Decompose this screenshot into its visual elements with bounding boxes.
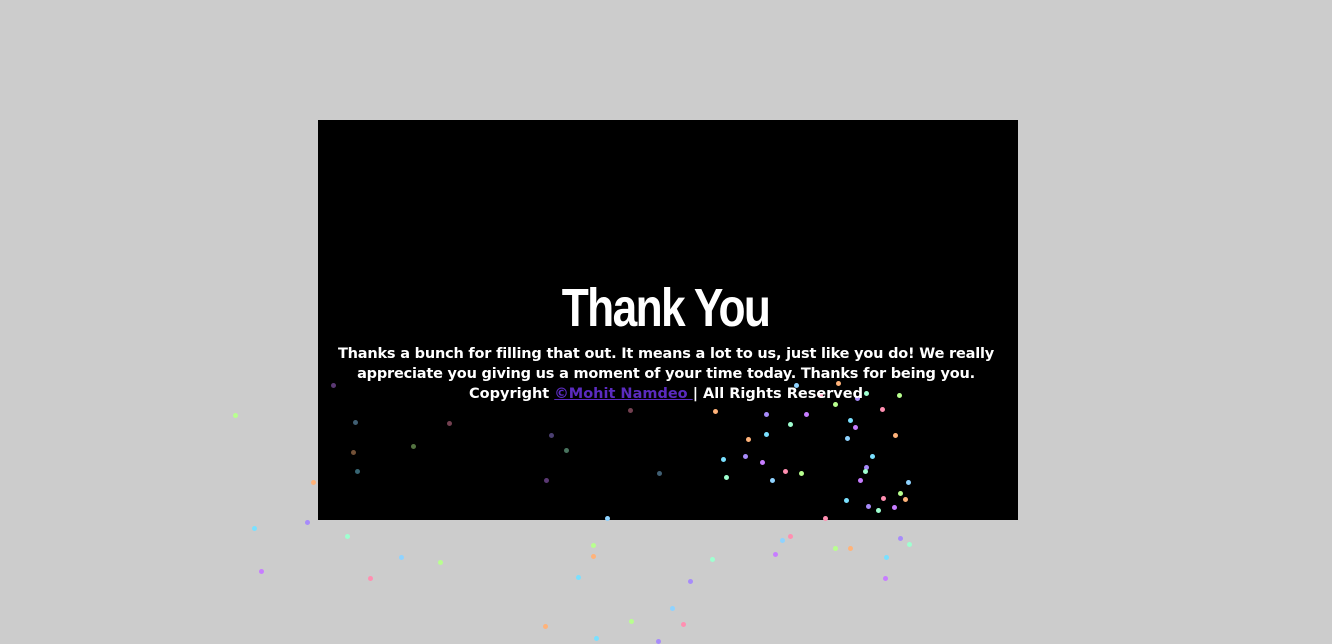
copyright-suffix: | All Rights Reserved — [692, 386, 863, 402]
confetti-dot — [858, 478, 863, 483]
confetti-dot — [804, 412, 809, 417]
thank-you-content: Thank You Thanks a bunch for filling tha… — [0, 276, 1332, 404]
confetti-dot — [447, 421, 452, 426]
confetti-dot — [713, 409, 718, 414]
confetti-dot — [770, 478, 775, 483]
confetti-dot — [549, 433, 554, 438]
confetti-dot — [368, 576, 373, 581]
confetti-dot — [788, 422, 793, 427]
copyright-prefix: Copyright — [469, 386, 555, 402]
confetti-dot — [863, 469, 868, 474]
confetti-dot — [591, 554, 596, 559]
confetti-dot — [764, 412, 769, 417]
confetti-dot — [853, 425, 858, 430]
confetti-dot — [411, 444, 416, 449]
confetti-dot — [353, 420, 358, 425]
confetti-dot — [721, 457, 726, 462]
confetti-dot — [833, 546, 838, 551]
confetti-dot — [884, 555, 889, 560]
confetti-dot — [724, 475, 729, 480]
confetti-dot — [345, 534, 350, 539]
confetti-dot — [629, 619, 634, 624]
confetti-dot — [880, 407, 885, 412]
confetti-dot — [898, 491, 903, 496]
confetti-dot — [543, 624, 548, 629]
confetti-dot — [892, 505, 897, 510]
confetti-dot — [351, 450, 356, 455]
confetti-dot — [881, 496, 886, 501]
confetti-dot — [591, 543, 596, 548]
confetti-dot — [746, 437, 751, 442]
author-link[interactable]: ©Mohit Namdeo — [554, 386, 692, 402]
confetti-dot — [780, 538, 785, 543]
confetti-dot — [844, 498, 849, 503]
confetti-dot — [252, 526, 257, 531]
confetti-dot — [823, 516, 828, 521]
confetti-dot — [876, 508, 881, 513]
confetti-dot — [788, 534, 793, 539]
confetti-dot — [681, 622, 686, 627]
confetti-dot — [848, 546, 853, 551]
copyright-line: Copyright ©Mohit Namdeo | All Rights Res… — [0, 384, 1332, 404]
confetti-dot — [311, 480, 316, 485]
confetti-dot — [656, 639, 661, 644]
confetti-dot — [907, 542, 912, 547]
confetti-dot — [594, 636, 599, 641]
page-title: Thank You — [562, 278, 771, 338]
confetti-dot — [438, 560, 443, 565]
confetti-dot — [866, 504, 871, 509]
confetti-dot — [783, 469, 788, 474]
confetti-dot — [305, 520, 310, 525]
confetti-dot — [259, 569, 264, 574]
confetti-dot — [883, 576, 888, 581]
page-stage: Thank You Thanks a bunch for filling tha… — [0, 0, 1332, 644]
confetti-dot — [848, 418, 853, 423]
confetti-dot — [799, 471, 804, 476]
confetti-dot — [564, 448, 569, 453]
confetti-dot — [233, 413, 238, 418]
confetti-dot — [710, 557, 715, 562]
confetti-dot — [628, 408, 633, 413]
confetti-dot — [760, 460, 765, 465]
confetti-dot — [743, 454, 748, 459]
confetti-dot — [688, 579, 693, 584]
thank-you-message: Thanks a bunch for filling that out. It … — [337, 346, 995, 382]
confetti-dot — [845, 436, 850, 441]
confetti-dot — [399, 555, 404, 560]
confetti-dot — [544, 478, 549, 483]
confetti-dot — [870, 454, 875, 459]
confetti-dot — [906, 480, 911, 485]
confetti-dot — [903, 497, 908, 502]
confetti-dot — [773, 552, 778, 557]
confetti-dot — [898, 536, 903, 541]
confetti-dot — [657, 471, 662, 476]
confetti-dot — [893, 433, 898, 438]
confetti-dot — [670, 606, 675, 611]
confetti-dot — [576, 575, 581, 580]
confetti-dot — [355, 469, 360, 474]
confetti-dot — [605, 516, 610, 521]
confetti-dot — [764, 432, 769, 437]
